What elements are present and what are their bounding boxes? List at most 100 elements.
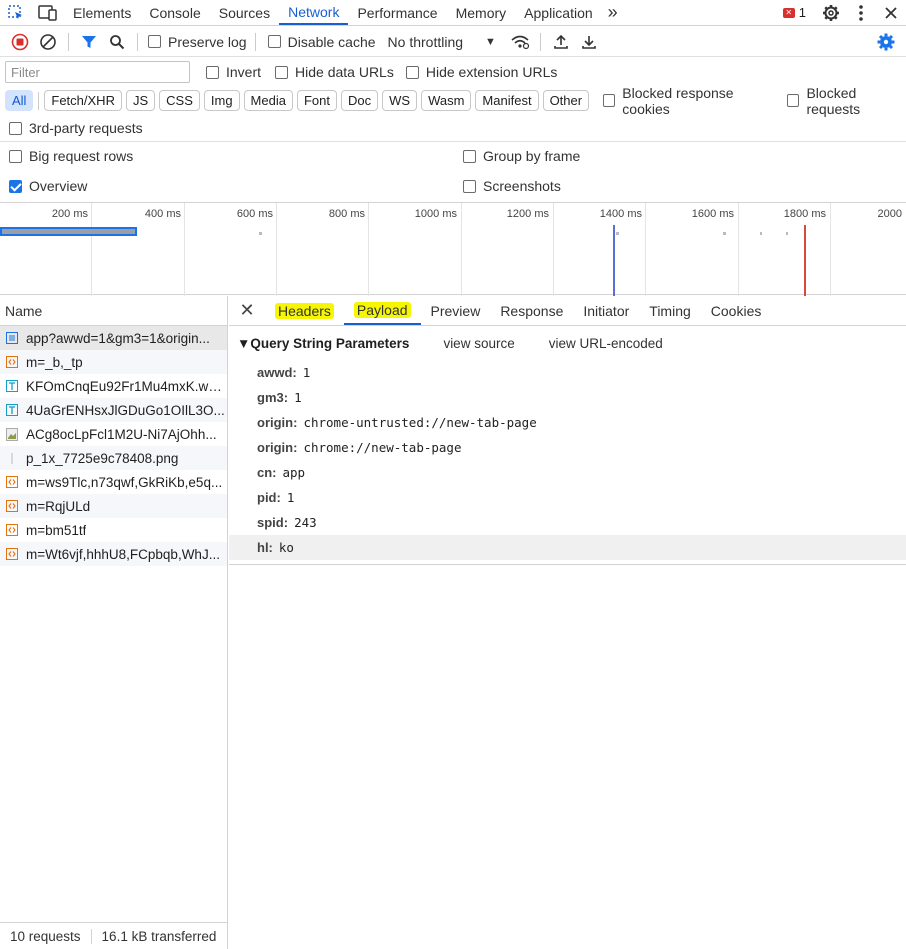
request-row[interactable]: KFOmCnqEu92Fr1Mu4mxK.wo... (0, 374, 227, 398)
tab-console[interactable]: Console (140, 0, 209, 25)
checkbox-box[interactable] (463, 179, 476, 193)
view-url-encoded-link[interactable]: view URL-encoded (549, 336, 663, 351)
tab-network[interactable]: Network (279, 0, 349, 25)
clear-icon[interactable] (34, 29, 62, 55)
more-options-icon[interactable] (846, 0, 876, 26)
disable-cache-checkbox[interactable]: Disable cache (267, 33, 376, 50)
search-icon[interactable] (103, 29, 131, 55)
close-detail-icon[interactable]: ✕ (229, 296, 265, 325)
export-har-download-icon[interactable] (575, 29, 603, 55)
screenshots-checkbox[interactable]: Screenshots (463, 178, 561, 194)
request-row[interactable]: app?awwd=1&gm3=1&origin... (0, 326, 227, 350)
query-param-row[interactable]: spid: 243 (229, 510, 906, 535)
checkbox-box[interactable] (275, 65, 289, 79)
query-string-parameters-header[interactable]: ▼Query String Parameters view source vie… (229, 326, 906, 360)
request-row[interactable]: m=ws9Tlc,n73qwf,GkRiKb,e5q... (0, 470, 227, 494)
request-row[interactable]: m=RqjULd (0, 494, 227, 518)
group-by-frame-label: Group by frame (483, 148, 581, 164)
request-row[interactable]: ACg8ocLpFcl1M2U-Ni7AjOhh... (0, 422, 227, 446)
type-filter-css[interactable]: CSS (159, 90, 200, 111)
param-key: hl: (257, 540, 273, 555)
type-filter-other[interactable]: Other (542, 90, 590, 111)
checkbox-box[interactable] (9, 149, 22, 163)
network-overview-timeline[interactable]: 200 ms 400 ms 600 ms 800 ms 1000 ms 1200… (0, 202, 906, 296)
tab-payload[interactable]: Payload (343, 296, 421, 325)
hide-data-urls-checkbox[interactable]: Hide data URLs (275, 64, 394, 80)
query-param-row[interactable]: pid: 1 (229, 485, 906, 510)
blocked-response-cookies-checkbox[interactable]: Blocked response cookies (603, 85, 773, 117)
query-param-row[interactable]: cn: app (229, 460, 906, 485)
checkbox-box[interactable] (206, 65, 219, 79)
settings-gear-icon[interactable] (816, 0, 846, 26)
more-tabs-button[interactable]: » (602, 0, 624, 25)
checkbox-box[interactable] (787, 94, 800, 107)
type-filter-js[interactable]: JS (125, 90, 156, 111)
checkbox-box[interactable] (9, 121, 22, 135)
request-row[interactable]: m=_b,_tp (0, 350, 227, 374)
tab-sources[interactable]: Sources (210, 0, 279, 25)
type-filter-font[interactable]: Font (296, 90, 337, 111)
filter-funnel-icon[interactable] (75, 29, 103, 55)
type-filter-wasm[interactable]: Wasm (421, 90, 472, 111)
tab-preview[interactable]: Preview (421, 296, 491, 325)
inspect-element-icon[interactable] (0, 0, 32, 25)
request-row[interactable]: m=Wt6vjf,hhhU8,FCpbqb,WhJ... (0, 542, 227, 566)
tab-cookies[interactable]: Cookies (701, 296, 772, 325)
type-filter-fetch-xhr[interactable]: Fetch/XHR (44, 90, 122, 111)
third-party-requests-checkbox[interactable]: 3rd-party requests (9, 120, 143, 136)
query-param-row[interactable]: hl: ko (229, 535, 906, 560)
blocked-response-cookies-label: Blocked response cookies (622, 84, 734, 117)
tab-response[interactable]: Response (490, 296, 573, 325)
query-param-row[interactable]: origin: chrome://new-tab-page (229, 435, 906, 460)
type-filter-manifest[interactable]: Manifest (475, 90, 539, 111)
type-filter-img[interactable]: Img (203, 90, 240, 111)
tab-timing[interactable]: Timing (639, 296, 701, 325)
name-column-header[interactable]: Name (0, 296, 227, 326)
tab-headers[interactable]: Headers (265, 296, 344, 325)
big-request-rows-checkbox[interactable]: Big request rows (9, 148, 133, 164)
request-row[interactable]: m=bm51tf (0, 518, 227, 542)
tab-memory[interactable]: Memory (447, 0, 516, 25)
query-param-row[interactable]: origin: chrome-untrusted://new-tab-page (229, 410, 906, 435)
invert-checkbox[interactable]: Invert (206, 64, 261, 80)
request-row[interactable]: 4UaGrENHsxJlGDuGo1OIlL3O... (0, 398, 227, 422)
checkbox-box[interactable] (463, 149, 476, 163)
request-row[interactable]: p_1x_7725e9c78408.png (0, 446, 227, 470)
overview-checkbox[interactable]: Overview (9, 178, 87, 194)
filter-input[interactable]: Filter (5, 61, 190, 83)
view-source-link[interactable]: view source (443, 336, 514, 351)
timeline-gridline (461, 203, 462, 296)
type-filter-ws[interactable]: WS (382, 90, 418, 111)
checkbox-box[interactable] (603, 94, 616, 107)
tab-application[interactable]: Application (515, 0, 602, 25)
tab-performance[interactable]: Performance (348, 0, 446, 25)
blocked-requests-checkbox[interactable]: Blocked requests (787, 85, 906, 117)
stop-recording-icon[interactable] (6, 29, 34, 55)
query-param-row[interactable]: awwd: 1 (229, 360, 906, 385)
disable-cache-label: Disable cache (287, 33, 376, 50)
throttling-select[interactable]: No throttling ▼ (388, 34, 496, 50)
group-by-frame-checkbox[interactable]: Group by frame (463, 148, 580, 164)
error-badge[interactable]: ✕ 1 (773, 5, 816, 20)
checkbox-box[interactable] (405, 65, 419, 79)
tab-elements[interactable]: Elements (64, 0, 140, 25)
close-devtools-icon[interactable] (876, 0, 906, 26)
type-filter-all[interactable]: All (5, 90, 34, 111)
device-toolbar-icon[interactable] (32, 0, 64, 25)
requests-list: app?awwd=1&gm3=1&origin... m=_b,_tp KFOmCn… (0, 326, 227, 566)
type-filter-media[interactable]: Media (243, 90, 293, 111)
network-conditions-wifi-icon[interactable] (506, 29, 534, 55)
hide-extension-urls-label: Hide extension URLs (425, 64, 558, 80)
network-settings-gear-icon[interactable] (872, 29, 900, 55)
hide-extension-urls-checkbox[interactable]: Hide extension URLs (405, 64, 558, 80)
timeline-request-dot (723, 232, 726, 235)
checkbox-box[interactable] (148, 35, 161, 48)
checkbox-box-checked[interactable] (9, 179, 22, 193)
tab-initiator[interactable]: Initiator (573, 296, 639, 325)
checkbox-box[interactable] (267, 35, 281, 48)
import-har-upload-icon[interactable] (547, 29, 575, 55)
requests-panel: Name app?awwd=1&gm3=1&origin... m=_b,_tp K… (0, 296, 228, 949)
preserve-log-checkbox[interactable]: Preserve log (148, 34, 247, 50)
query-param-row[interactable]: gm3: 1 (229, 385, 906, 410)
type-filter-doc[interactable]: Doc (340, 90, 379, 111)
